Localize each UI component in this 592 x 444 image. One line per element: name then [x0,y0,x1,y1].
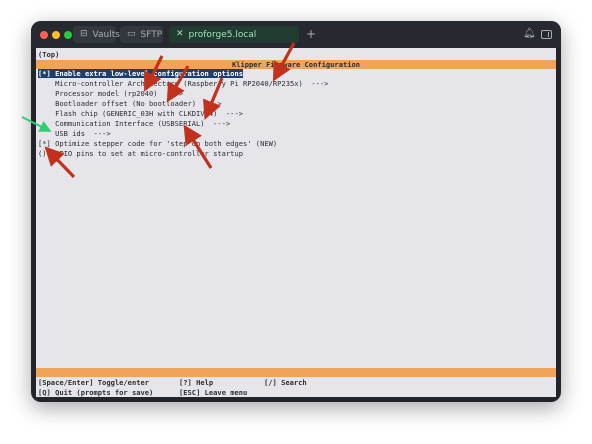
footer-bar [36,368,556,377]
menu-item-extra-options[interactable]: [*] Enable extra low-level configuration… [38,69,243,78]
config-title: Klipper Firmware Configuration [231,60,361,69]
footer-quit: [Q] Quit (prompts for save) [38,388,154,397]
tab-vaults[interactable]: ⊟ Vaults [73,26,120,43]
new-tab-button[interactable]: + [306,26,316,43]
menu-path: (Top) [38,50,60,59]
close-window-button[interactable] [40,31,48,39]
tab-proforge5[interactable]: ✕ proforge5.local [169,26,299,43]
footer-help: [?] Help [179,378,214,387]
close-icon[interactable]: ✕ [176,30,184,39]
sidebar-toggle-icon[interactable] [541,30,552,39]
menu-item-usb-ids[interactable]: USB ids ---> [38,129,111,138]
footer-search: [/] Search [264,378,307,387]
tab-sftp[interactable]: ▭ SFTP [120,26,163,43]
minimize-window-button[interactable] [52,31,60,39]
tab-label: SFTP [140,29,163,40]
bell-icon[interactable]: 🔔︎ [523,27,536,41]
zoom-window-button[interactable] [64,31,72,39]
footer-leave: [ESC] Leave menu [179,388,248,397]
vault-icon: ⊟ [80,29,88,39]
menu-item-gpio-pins[interactable]: () GPIO pins to set at micro-controller … [38,149,243,158]
menu-item-architecture[interactable]: Micro-controller Architecture (Raspberry… [38,79,328,88]
menu-item-bootloader[interactable]: Bootloader offset (No bootloader) ---> [38,99,222,108]
menu-item-communication[interactable]: Communication Interface (USBSERIAL) ---> [38,119,230,128]
tab-label: Vaults [92,29,120,40]
tab-label: proforge5.local [188,29,257,40]
terminal-screen[interactable]: (Top) Klipper Firmware Configuration [*]… [36,48,556,397]
footer-toggle: [Space/Enter] Toggle/enter [38,378,150,387]
terminal-window: ⊟ Vaults ▭ SFTP ✕ proforge5.local + 🔔︎ (… [31,21,561,402]
menu-item-flash-chip[interactable]: Flash chip (GENERIC_03H with CLKDIV 4) -… [38,109,243,118]
menu-item-optimize-stepper[interactable]: [*] Optimize stepper code for 'step on b… [38,139,277,148]
title-bar: ⊟ Vaults ▭ SFTP ✕ proforge5.local + 🔔︎ [31,21,561,48]
folder-icon: ▭ [127,29,136,39]
menu-item-processor[interactable]: Processor model (rp2040) ---> [38,89,183,98]
